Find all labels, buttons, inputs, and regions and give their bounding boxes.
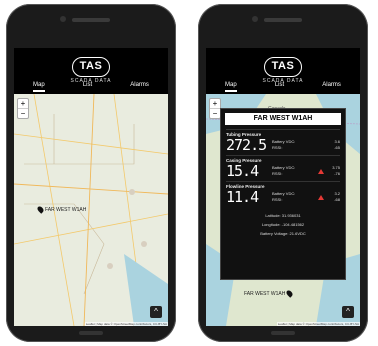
well-popup: FAR WEST W1AH Tubing Pressure 272.5 Batt… xyxy=(220,108,346,280)
map-pin[interactable]: FAR WEST W1AH xyxy=(36,205,87,214)
zoom-control: + − xyxy=(17,98,29,119)
pressure-value: 272.5 xyxy=(226,136,267,154)
location-info: Latitude: 31.936031 Longitude: -104.4815… xyxy=(221,211,345,238)
camera xyxy=(60,16,66,22)
map-attribution: Leaflet | Map data © OpenStreetMap contr… xyxy=(84,322,168,326)
tab-alarms[interactable]: Alarms xyxy=(130,80,149,92)
pin-label: FAR WEST W1AH xyxy=(244,290,286,297)
rssi-label: RSSI: xyxy=(272,171,283,176)
tab-list[interactable]: List xyxy=(275,80,284,92)
pin-icon xyxy=(285,289,295,298)
zoom-out-button[interactable]: − xyxy=(18,109,28,118)
map-pin[interactable]: FAR WEST W1AH xyxy=(244,289,295,298)
pressure-value: 15.4 xyxy=(226,162,259,180)
pin-icon xyxy=(36,205,45,214)
tab-list[interactable]: List xyxy=(83,80,92,92)
tab-bar: Map List Alarms xyxy=(206,80,360,92)
pin-label: FAR WEST W1AH xyxy=(45,206,87,213)
pressure-value: 11.4 xyxy=(226,188,259,206)
logo-name: TAS xyxy=(264,57,302,77)
scroll-up-button[interactable]: ^ xyxy=(150,306,162,318)
rssi-value: -65 xyxy=(334,145,340,150)
speaker xyxy=(72,18,110,22)
alarm-warning-icon xyxy=(318,168,324,174)
home-indicator xyxy=(79,331,103,335)
tab-map[interactable]: Map xyxy=(225,80,237,92)
tab-alarms[interactable]: Alarms xyxy=(322,80,341,92)
rssi-value: -68 xyxy=(334,197,340,202)
alarm-warning-icon xyxy=(318,194,324,200)
map-attribution: Leaflet | Map data © OpenStreetMap contr… xyxy=(276,322,360,326)
longitude: Longitude: -104.481562 xyxy=(261,222,305,227)
popup-title: FAR WEST W1AH xyxy=(225,113,341,125)
flowline-pressure-section: Flowline Pressure 11.4 Battery VDC: RSSI… xyxy=(226,181,340,206)
map-view[interactable]: Canada + − FAR WEST W1AH ^ Leaflet | Map… xyxy=(206,94,360,326)
phone-right: TAS SCADA DATA Map List Alarms Canada + … xyxy=(198,4,368,342)
speaker xyxy=(264,18,302,22)
battery-voltage: Battery Voltage: 21.6VDC xyxy=(260,231,306,236)
app-screen: TAS SCADA DATA Map List Alarms Canada + … xyxy=(206,48,360,326)
zoom-out-button[interactable]: − xyxy=(210,109,220,118)
scroll-up-button[interactable]: ^ xyxy=(342,306,354,318)
rssi-value: -76 xyxy=(334,171,340,176)
map-view[interactable]: + − FAR WEST W1AH ^ Leaflet | Map data ©… xyxy=(14,94,168,326)
zoom-in-button[interactable]: + xyxy=(210,99,220,109)
tubing-pressure-section: Tubing Pressure 272.5 Battery VDC: RSSI:… xyxy=(226,129,340,154)
zoom-in-button[interactable]: + xyxy=(18,99,28,109)
camera xyxy=(252,16,258,22)
home-indicator xyxy=(271,331,295,335)
phone-left: TAS SCADA DATA Map List Alarms + − FAR W… xyxy=(6,4,176,342)
latitude: Latitude: 31.936031 xyxy=(265,213,301,218)
tab-bar: Map List Alarms xyxy=(14,80,168,92)
app-screen: TAS SCADA DATA Map List Alarms + − FAR W… xyxy=(14,48,168,326)
tab-map[interactable]: Map xyxy=(33,80,45,92)
logo-name: TAS xyxy=(72,57,110,77)
casing-pressure-section: Casing Pressure 15.4 Battery VDC: RSSI: … xyxy=(226,155,340,180)
rssi-label: RSSI: xyxy=(272,145,283,150)
rssi-label: RSSI: xyxy=(272,197,283,202)
